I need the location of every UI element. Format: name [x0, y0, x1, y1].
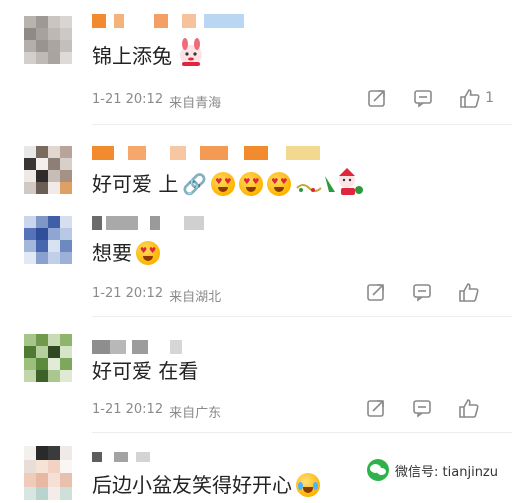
- comment-actions: [366, 282, 494, 302]
- divider: [92, 316, 512, 317]
- comment-time: 1-21 20:12: [92, 402, 164, 417]
- comment-meta: 1-21 20:12 来自湖北: [92, 286, 221, 305]
- wechat-watermark: 微信号: tianjinzu: [367, 459, 498, 481]
- comment-text: 锦上添兔: [92, 38, 206, 74]
- comment-text: 好可爱 在看: [92, 359, 199, 383]
- wechat-icon: [367, 459, 390, 481]
- comment-button[interactable]: [412, 398, 432, 418]
- avatar[interactable]: [24, 446, 72, 500]
- like-button[interactable]: 1: [459, 88, 494, 108]
- avatar[interactable]: [24, 16, 72, 64]
- comment-location: 来自广东: [169, 406, 222, 421]
- username[interactable]: [92, 340, 182, 354]
- comment-actions: 1: [367, 88, 494, 108]
- avatar[interactable]: [24, 334, 72, 382]
- comment-icon: [413, 400, 431, 418]
- link-icon: 🔗: [182, 172, 208, 196]
- comment-icon: [414, 90, 432, 108]
- christmas-sticker-icon: [295, 166, 365, 202]
- heart-eyes-emoji-icon: ♥ ♥: [211, 172, 236, 196]
- comment-text: 想要 ♥ ♥: [92, 240, 160, 266]
- avatar[interactable]: [24, 146, 72, 194]
- username[interactable]: [92, 146, 320, 160]
- comment-button[interactable]: [413, 88, 433, 108]
- share-button[interactable]: [366, 398, 386, 418]
- comment-location: 来自湖北: [169, 290, 222, 305]
- like-button[interactable]: [458, 398, 480, 418]
- like-icon: [459, 399, 479, 418]
- comment-button[interactable]: [412, 282, 432, 302]
- comment-text: 后边小盆友笑得好开心: [92, 472, 320, 498]
- divider: [92, 432, 512, 433]
- share-icon: [367, 284, 384, 301]
- heart-eyes-emoji-icon: ♥ ♥: [136, 241, 160, 265]
- comment-text: 好可爱 上 🔗 ♥ ♥ ♥ ♥ ♥ ♥: [92, 166, 365, 202]
- share-button[interactable]: [366, 282, 386, 302]
- comment-meta: 1-21 20:12 来自青海: [92, 92, 221, 111]
- like-button[interactable]: [458, 282, 480, 302]
- comment-meta: 1-21 20:12 来自广东: [92, 402, 221, 421]
- comment-time: 1-21 20:12: [92, 286, 164, 301]
- comment-actions: [366, 398, 494, 418]
- username[interactable]: [92, 452, 150, 462]
- share-icon: [368, 90, 385, 107]
- like-icon: [460, 89, 480, 108]
- comment-icon: [413, 284, 431, 302]
- comment-location: 来自青海: [169, 96, 222, 111]
- share-button[interactable]: [367, 88, 387, 108]
- like-icon: [459, 283, 479, 302]
- username[interactable]: [92, 14, 244, 28]
- rabbit-sticker-icon: [176, 38, 206, 74]
- like-count: 1: [485, 90, 494, 106]
- share-icon: [367, 400, 384, 417]
- divider: [92, 124, 512, 125]
- watermark-text: 微信号: tianjinzu: [395, 464, 498, 480]
- comment-time: 1-21 20:12: [92, 92, 164, 107]
- heart-eyes-emoji-icon: ♥ ♥: [239, 172, 264, 196]
- heart-eyes-emoji-icon: ♥ ♥: [267, 172, 292, 196]
- laughing-tears-emoji-icon: [296, 473, 320, 497]
- avatar[interactable]: [24, 216, 72, 264]
- username[interactable]: [92, 216, 204, 230]
